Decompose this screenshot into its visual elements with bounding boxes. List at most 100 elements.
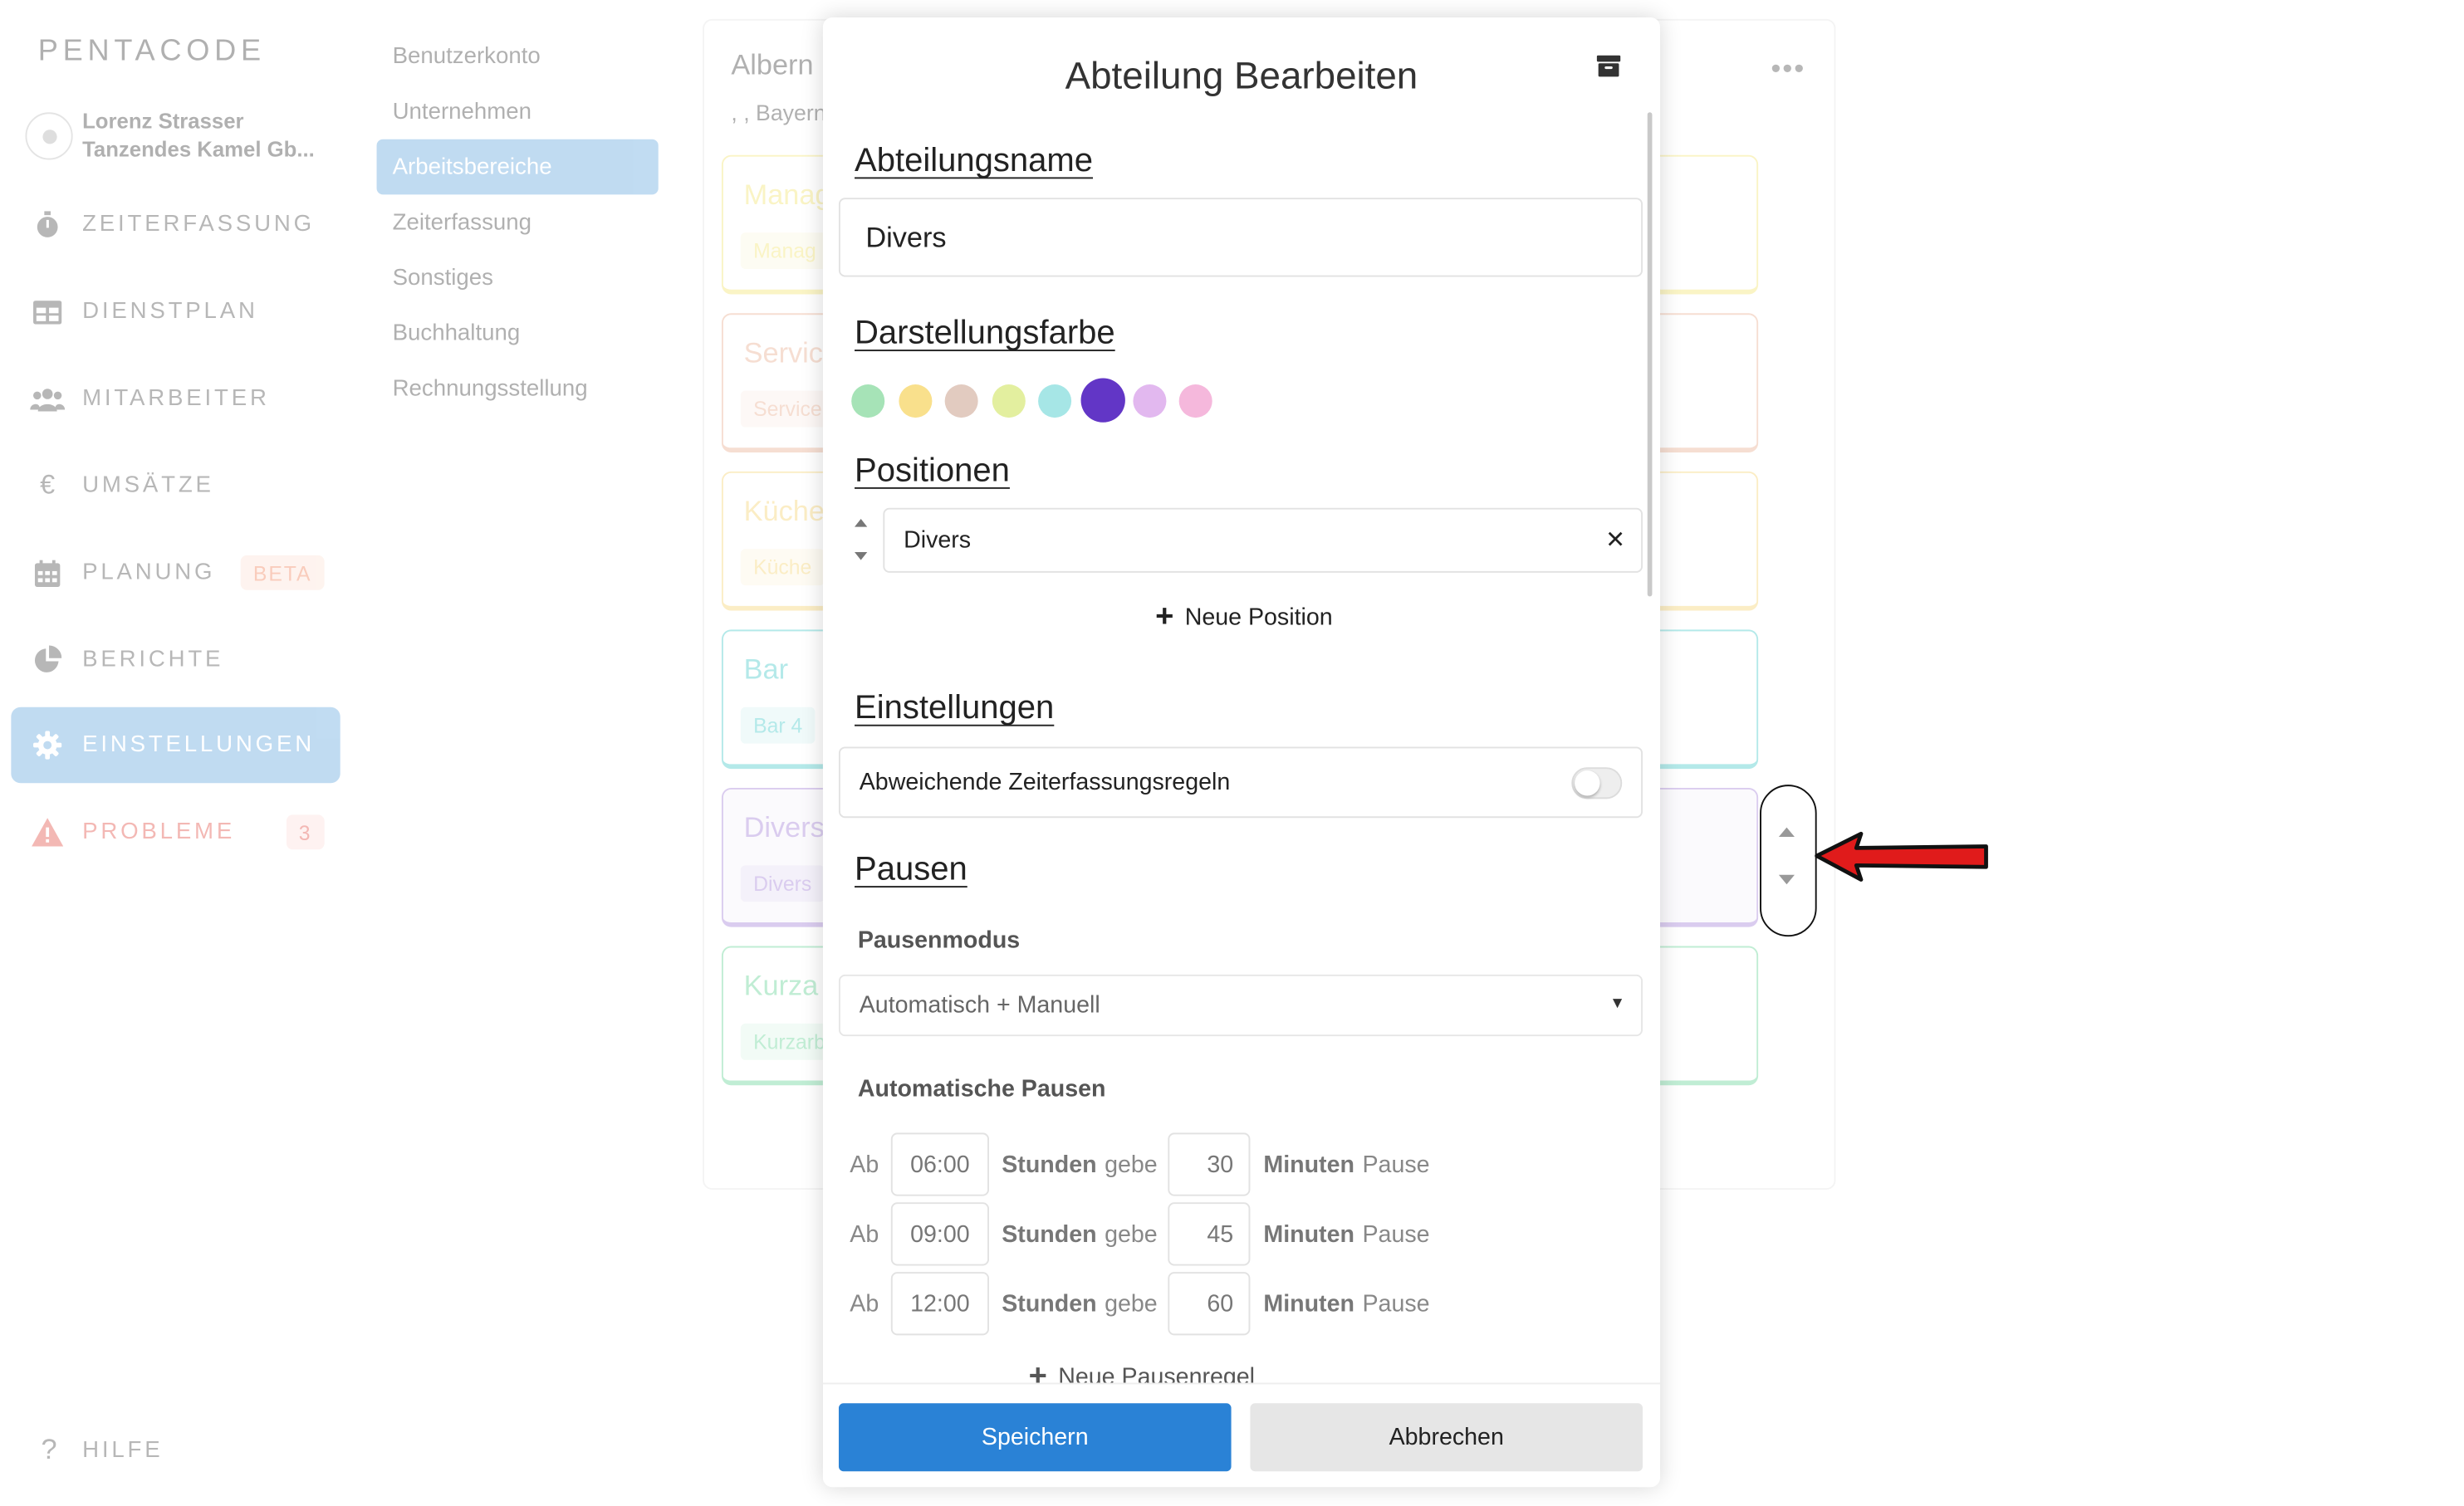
remove-position-icon[interactable]: ✕	[1605, 526, 1625, 554]
color-swatch[interactable]	[992, 384, 1026, 418]
rule-from-label: Ab	[850, 1151, 879, 1178]
rule-minutes-input[interactable]: 30	[1168, 1132, 1252, 1196]
nav-label: PROBLEME	[82, 819, 236, 845]
heading-department-name: Abteilungsname	[855, 142, 1094, 179]
custom-time-rules-label: Abweichende Zeiterfassungsregeln	[859, 769, 1231, 796]
color-swatch[interactable]	[851, 384, 885, 418]
nav-label: EINSTELLUNGEN	[82, 732, 315, 758]
break-mode-label: Pausenmodus	[857, 927, 1021, 955]
rule-give-label: gebe	[1105, 1290, 1158, 1318]
rule-from-time-input[interactable]: 06:00	[890, 1132, 989, 1196]
rule-minutes-label: Minuten	[1263, 1220, 1354, 1248]
department-name: Manag	[743, 178, 831, 211]
modal-footer: Speichern Abbrechen	[822, 1382, 1660, 1488]
color-swatch[interactable]	[1038, 384, 1072, 418]
break-rule-row: Ab 12:00 Stunden gebe 60 Minuten Pause	[850, 1272, 1430, 1336]
nav-item-probleme[interactable]: PROBLEME 3	[11, 795, 340, 870]
rule-from-time-input[interactable]: 09:00	[890, 1202, 989, 1266]
page-subtitle: , , Bayern	[731, 100, 826, 125]
save-button[interactable]: Speichern	[838, 1403, 1232, 1472]
nav-label: DIENSTPLAN	[82, 299, 258, 325]
warning-icon	[30, 814, 65, 849]
user-profile[interactable]: Lorenz Strasser Tanzendes Kamel Gb...	[25, 108, 315, 165]
nav-item-planung[interactable]: PLANUNG BETA	[11, 535, 340, 610]
position-input[interactable]: Divers ✕	[883, 507, 1643, 573]
color-swatch[interactable]	[945, 384, 979, 418]
table-icon	[30, 294, 65, 329]
nav-item-umsaetze[interactable]: € UMSÄTZE	[11, 447, 340, 523]
heading-settings: Einstellungen	[855, 689, 1055, 726]
color-swatch-selected[interactable]	[1080, 378, 1124, 423]
rule-from-label: Ab	[850, 1290, 879, 1318]
annotation-arrow-icon	[1815, 831, 1988, 882]
settings-subnav: Benutzerkonto Unternehmen Arbeitsbereich…	[376, 28, 659, 416]
color-swatch[interactable]	[1179, 384, 1213, 418]
department-position-chip: Küche	[740, 549, 825, 586]
edit-department-modal: Abteilung Bearbeiten Abteilungsname Dive…	[822, 17, 1660, 1488]
position-name: Divers	[904, 526, 972, 554]
department-position-chip: Bar 4	[740, 707, 816, 744]
users-icon	[30, 381, 66, 416]
color-swatch[interactable]	[1132, 384, 1166, 418]
custom-time-rules-toggle[interactable]	[1571, 767, 1623, 799]
heading-display-color: Darstellungsfarbe	[855, 315, 1115, 352]
subnav-item-sonstiges[interactable]: Sonstiges	[377, 250, 659, 306]
nav-label: ZEITERFASSUNG	[82, 212, 315, 237]
department-name: Divers	[743, 811, 825, 843]
rule-hours-label: Stunden	[1002, 1290, 1097, 1318]
nav-item-berichte[interactable]: BERICHTE	[11, 622, 340, 697]
color-swatch[interactable]	[898, 384, 932, 418]
rule-from-time-input[interactable]: 12:00	[890, 1272, 989, 1336]
add-position-button[interactable]: + Neue Position	[1155, 601, 1333, 633]
rule-pause-label: Pause	[1362, 1151, 1430, 1178]
page-title: Albern	[731, 49, 814, 81]
modal-scrollbar[interactable]	[1647, 112, 1653, 597]
heading-positions: Positionen	[855, 452, 1010, 489]
nav-item-einstellungen[interactable]: EINSTELLUNGEN	[11, 707, 340, 784]
rule-minutes-input[interactable]: 45	[1168, 1202, 1252, 1266]
rule-minutes-input[interactable]: 60	[1168, 1272, 1252, 1336]
rule-minutes-label: Minuten	[1263, 1151, 1354, 1178]
subnav-item-buchhaltung[interactable]: Buchhaltung	[377, 306, 659, 361]
modal-title: Abteilung Bearbeiten	[1065, 55, 1418, 99]
department-name: Kurza	[743, 970, 819, 1002]
rule-from-label: Ab	[850, 1220, 879, 1248]
subnav-item-rechnungsstellung[interactable]: Rechnungsstellung	[377, 360, 659, 416]
subnav-item-arbeitsbereiche[interactable]: Arbeitsbereiche	[376, 139, 659, 195]
gear-icon	[30, 728, 65, 763]
subnav-item-benutzerkonto[interactable]: Benutzerkonto	[377, 28, 659, 84]
break-mode-select[interactable]: Automatisch + Manuell ▼	[838, 974, 1643, 1037]
user-company: Tanzendes Kamel Gb...	[82, 137, 315, 162]
euro-icon: €	[40, 469, 56, 501]
nav-label: UMSÄTZE	[82, 472, 214, 499]
position-reorder-icon[interactable]	[851, 512, 870, 566]
rule-pause-label: Pause	[1362, 1290, 1430, 1318]
break-rule-row: Ab 06:00 Stunden gebe 30 Minuten Pause	[850, 1132, 1430, 1196]
more-options-icon[interactable]: •••	[1771, 52, 1805, 86]
beta-badge: BETA	[240, 555, 325, 590]
department-name-input[interactable]: Divers	[838, 198, 1643, 277]
department-name: Küche	[743, 495, 825, 527]
nav-item-dienstplan[interactable]: DIENSTPLAN	[11, 274, 340, 350]
department-name: Bar	[743, 653, 789, 686]
archive-icon[interactable]	[1596, 54, 1621, 78]
break-rule-row: Ab 09:00 Stunden gebe 45 Minuten Pause	[850, 1202, 1430, 1266]
nav-label: PLANUNG	[82, 560, 216, 586]
rule-pause-label: Pause	[1362, 1220, 1430, 1248]
question-icon: ?	[41, 1433, 57, 1465]
auto-breaks-label: Automatische Pausen	[857, 1075, 1106, 1103]
nav-item-mitarbeiter[interactable]: MITARBEITER	[11, 360, 340, 436]
problem-count-badge: 3	[286, 814, 325, 850]
reorder-arrows-icon[interactable]	[1772, 819, 1800, 895]
chevron-down-icon: ▼	[1609, 995, 1626, 1013]
cancel-button[interactable]: Abbrechen	[1250, 1403, 1643, 1472]
help-link[interactable]: ? HILFE	[32, 1433, 163, 1466]
nav-item-zeiterfassung[interactable]: ZEITERFASSUNG	[11, 187, 340, 262]
break-mode-value: Automatisch + Manuell	[859, 991, 1100, 1019]
sidebar: PENTACODE Lorenz Strasser Tanzendes Kame…	[0, 0, 351, 1506]
stopwatch-icon	[30, 208, 65, 242]
app-logo: PENTACODE	[37, 34, 266, 68]
pie-chart-icon	[30, 643, 65, 677]
subnav-item-unternehmen[interactable]: Unternehmen	[377, 84, 659, 139]
subnav-item-zeiterfassung[interactable]: Zeiterfassung	[377, 194, 659, 250]
